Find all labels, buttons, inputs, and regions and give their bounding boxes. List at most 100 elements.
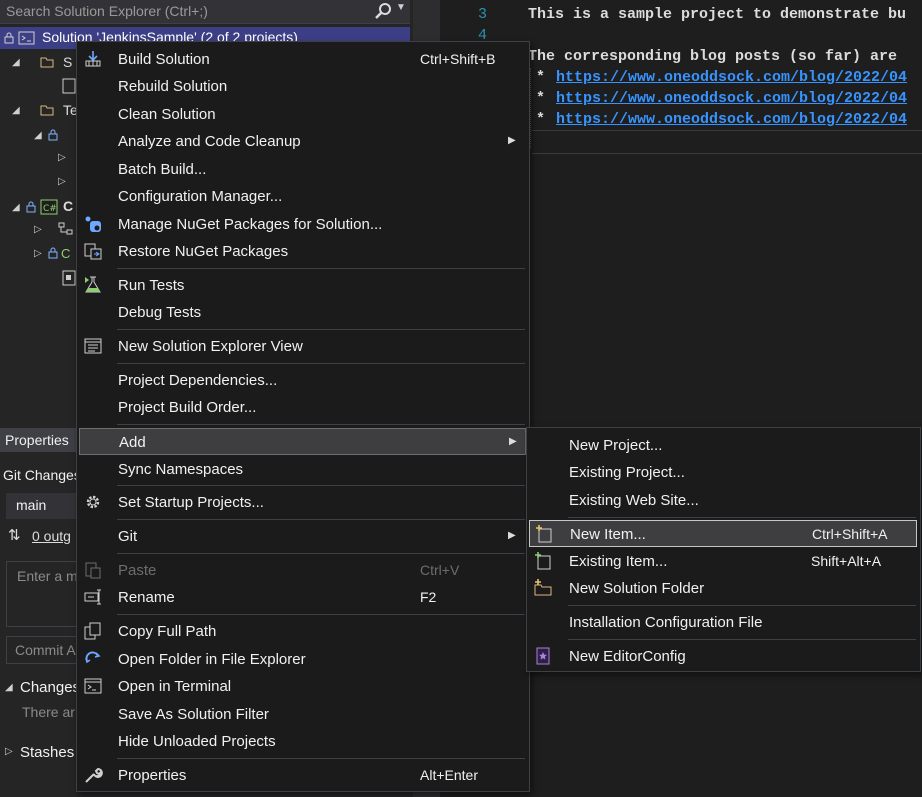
menu-separator bbox=[117, 363, 525, 364]
menu-item-open-folder[interactable]: Open Folder in File Explorer bbox=[77, 646, 529, 673]
blog-link-1[interactable]: https://www.oneoddsock.com/blog/2022/04 bbox=[556, 69, 907, 86]
menu-item-existing-web-site[interactable]: Existing Web Site... bbox=[527, 487, 920, 514]
menu-item-git[interactable]: Git ▶ bbox=[77, 523, 529, 550]
menu-label: Analyze and Code Cleanup bbox=[118, 133, 301, 150]
gear-icon bbox=[86, 495, 100, 509]
collapse-arrow-icon[interactable]: ▷ bbox=[34, 224, 42, 235]
menu-item-debug-tests[interactable]: Debug Tests bbox=[77, 299, 529, 326]
menu-item-existing-item[interactable]: Existing Item... Shift+Alt+A bbox=[527, 548, 920, 575]
menu-label: Build Solution bbox=[118, 51, 210, 68]
line-number: 3 bbox=[478, 6, 488, 23]
bullet: * bbox=[536, 90, 546, 107]
collapse-arrow-icon[interactable]: ▷ bbox=[34, 248, 42, 259]
menu-separator bbox=[117, 268, 525, 269]
lock-icon bbox=[48, 129, 58, 141]
expand-arrow-icon[interactable]: ◢ bbox=[12, 57, 20, 68]
expand-arrow-icon[interactable]: ◢ bbox=[12, 105, 20, 116]
paste-icon bbox=[85, 562, 101, 579]
new-folder-icon bbox=[534, 579, 552, 596]
menu-item-properties[interactable]: Properties Alt+Enter bbox=[77, 762, 529, 789]
tab-properties[interactable]: Properties bbox=[0, 428, 76, 452]
bullet: * bbox=[536, 111, 546, 128]
menu-item-analyze-code-cleanup[interactable]: Analyze and Code Cleanup ▶ bbox=[77, 128, 529, 155]
menu-item-run-tests[interactable]: Run Tests bbox=[77, 272, 529, 299]
branch-selector[interactable]: main bbox=[6, 493, 76, 519]
menu-item-restore-nuget[interactable]: Restore NuGet Packages bbox=[77, 238, 529, 265]
branch-name: main bbox=[16, 497, 47, 513]
menu-label: Rebuild Solution bbox=[118, 78, 228, 95]
search-input[interactable]: Search Solution Explorer (Ctrl+;) bbox=[6, 3, 208, 19]
menu-separator bbox=[117, 329, 525, 330]
commit-message-input[interactable]: Enter a m bbox=[6, 561, 78, 627]
menu-item-sync-namespaces[interactable]: Sync Namespaces bbox=[77, 456, 529, 483]
menu-item-hide-unloaded-projects[interactable]: Hide Unloaded Projects bbox=[77, 728, 529, 755]
blog-link-3[interactable]: https://www.oneoddsock.com/blog/2022/04 bbox=[556, 111, 907, 128]
outgoing-link[interactable]: 0 outg bbox=[32, 528, 71, 544]
terminal-icon bbox=[84, 678, 102, 694]
stashes-section-label[interactable]: Stashes bbox=[20, 744, 74, 761]
menu-item-build-solution[interactable]: Build Solution Ctrl+Shift+B bbox=[77, 46, 529, 73]
search-icon[interactable] bbox=[374, 2, 394, 20]
svg-text:C#: C# bbox=[43, 204, 57, 214]
collapse-arrow-icon[interactable]: ▷ bbox=[58, 176, 66, 187]
menu-item-open-in-terminal[interactable]: Open in Terminal bbox=[77, 673, 529, 700]
file-icon bbox=[62, 78, 76, 94]
menu-item-paste[interactable]: Paste Ctrl+V bbox=[77, 557, 529, 584]
menu-shortcut: Alt+Enter bbox=[420, 767, 478, 783]
menu-label: Clean Solution bbox=[118, 106, 216, 123]
menu-label: Run Tests bbox=[118, 277, 185, 294]
menu-item-set-startup-projects[interactable]: Set Startup Projects... bbox=[77, 489, 529, 516]
folder-icon bbox=[40, 105, 54, 116]
menu-label: Copy Full Path bbox=[118, 623, 217, 640]
menu-item-installation-configuration-file[interactable]: Installation Configuration File bbox=[527, 609, 920, 636]
menu-item-add[interactable]: Add ▶ bbox=[79, 428, 526, 455]
menu-item-project-dependencies[interactable]: Project Dependencies... bbox=[77, 367, 529, 394]
chevron-down-icon[interactable]: ▼ bbox=[396, 2, 406, 13]
csharp-file-icon: C bbox=[61, 246, 71, 261]
menu-item-configuration-manager[interactable]: Configuration Manager... bbox=[77, 183, 529, 210]
current-line-highlight bbox=[532, 130, 922, 154]
commit-button-label: Commit A bbox=[15, 642, 76, 658]
menu-item-new-solution-explorer-view[interactable]: New Solution Explorer View bbox=[77, 333, 529, 360]
expand-arrow-icon[interactable]: ◢ bbox=[34, 130, 42, 141]
menu-item-copy-full-path[interactable]: Copy Full Path bbox=[77, 618, 529, 645]
menu-item-existing-project[interactable]: Existing Project... bbox=[527, 459, 920, 486]
menu-item-manage-nuget[interactable]: Manage NuGet Packages for Solution... bbox=[77, 211, 529, 238]
changes-section-label[interactable]: Changes bbox=[20, 679, 80, 696]
menu-label: Add bbox=[119, 434, 146, 451]
menu-item-clean-solution[interactable]: Clean Solution bbox=[77, 101, 529, 128]
menu-item-rename[interactable]: Rename F2 bbox=[77, 584, 529, 611]
blog-link-2[interactable]: https://www.oneoddsock.com/blog/2022/04 bbox=[556, 90, 907, 107]
expand-arrow-icon[interactable]: ◢ bbox=[12, 202, 20, 213]
csharp-project-icon: C# bbox=[40, 199, 58, 215]
lock-icon bbox=[48, 247, 58, 259]
submenu-arrow-icon: ▶ bbox=[509, 436, 517, 447]
menu-label: Configuration Manager... bbox=[118, 188, 283, 205]
solution-search-box[interactable]: Search Solution Explorer (Ctrl+;) ▼ bbox=[0, 0, 410, 24]
menu-shortcut: Ctrl+V bbox=[420, 562, 460, 578]
editorconfig-icon bbox=[536, 647, 550, 665]
solution-icon bbox=[18, 31, 35, 45]
menu-separator bbox=[568, 639, 916, 640]
menu-item-new-editorconfig[interactable]: New EditorConfig bbox=[527, 643, 920, 670]
commit-button[interactable]: Commit A bbox=[6, 636, 78, 664]
menu-separator bbox=[117, 485, 525, 486]
collapse-arrow-icon[interactable]: ▷ bbox=[5, 746, 13, 757]
editor-line: The corresponding blog posts (so far) ar… bbox=[528, 48, 898, 65]
menu-item-save-as-solution-filter[interactable]: Save As Solution Filter bbox=[77, 701, 529, 728]
menu-item-new-solution-folder[interactable]: New Solution Folder bbox=[527, 575, 920, 602]
solution-context-menu: Build Solution Ctrl+Shift+B Rebuild Solu… bbox=[76, 41, 530, 792]
commit-message-placeholder: Enter a m bbox=[17, 568, 78, 584]
indent-guide bbox=[530, 68, 531, 148]
expand-arrow-icon[interactable]: ◢ bbox=[5, 682, 13, 693]
menu-label: Properties bbox=[118, 767, 187, 784]
menu-item-new-project[interactable]: New Project... bbox=[527, 432, 920, 459]
menu-item-rebuild-solution[interactable]: Rebuild Solution bbox=[77, 73, 529, 100]
menu-item-new-item[interactable]: New Item... Ctrl+Shift+A bbox=[529, 520, 917, 547]
collapse-arrow-icon[interactable]: ▷ bbox=[58, 152, 66, 163]
tab-git-changes[interactable]: Git Changes bbox=[0, 464, 81, 486]
menu-item-batch-build[interactable]: Batch Build... bbox=[77, 156, 529, 183]
properties-tab-label: Properties bbox=[5, 432, 69, 448]
menu-label: New Project... bbox=[569, 437, 663, 454]
menu-item-project-build-order[interactable]: Project Build Order... bbox=[77, 394, 529, 421]
